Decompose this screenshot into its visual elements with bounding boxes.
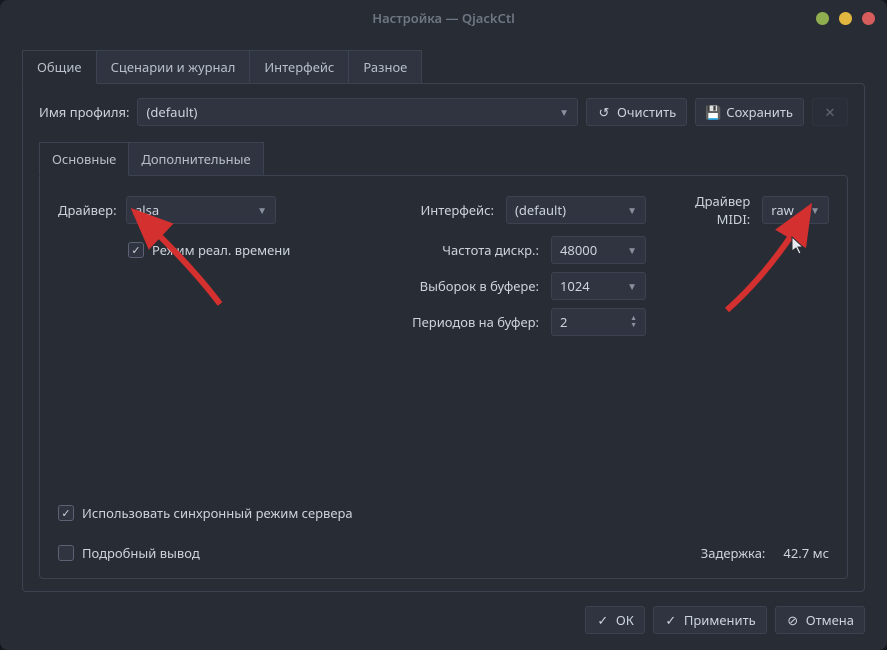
- verbose-label: Подробный вывод: [82, 544, 200, 562]
- chevron-down-icon: ▼: [257, 203, 267, 217]
- basic-panel: Драйвер: alsa ▼ Интерфейс: (default) ▼: [39, 175, 848, 579]
- realtime-checkbox[interactable]: [128, 242, 144, 258]
- profile-name-label: Имя профиля:: [39, 103, 129, 121]
- tab-interface[interactable]: Интерфейс: [250, 50, 349, 84]
- tab-misc[interactable]: Разное: [349, 50, 422, 84]
- chevron-down-icon: ▼: [627, 279, 637, 293]
- driver-combo[interactable]: alsa ▼: [126, 196, 276, 224]
- window-controls: [816, 12, 875, 25]
- close-icon: ✕: [823, 105, 837, 119]
- periods-spin[interactable]: 2 ▲▼: [551, 308, 646, 336]
- maximize-button[interactable]: [839, 12, 852, 25]
- chevron-down-icon: ▼: [559, 105, 569, 119]
- minimize-button[interactable]: [816, 12, 829, 25]
- verbose-checkbox[interactable]: [58, 545, 74, 561]
- profile-name-combo[interactable]: (default) ▼: [137, 98, 578, 126]
- clear-button[interactable]: ↺ Очистить: [586, 98, 687, 126]
- window-title: Настройка — QjackCtl: [372, 9, 515, 27]
- chevron-down-icon: ▼: [627, 243, 637, 257]
- sample-rate-label: Частота дискр.:: [336, 241, 543, 259]
- titlebar: Настройка — QjackCtl: [0, 0, 887, 36]
- reload-icon: ↺: [597, 105, 611, 119]
- spin-arrows-icon: ▲▼: [630, 315, 637, 329]
- latency-value: 42.7 мс: [783, 544, 829, 562]
- main-tabs: Общие Сценарии и журнал Интерфейс Разное: [22, 50, 865, 84]
- interface-combo[interactable]: (default) ▼: [506, 196, 646, 224]
- check-icon: ✓: [664, 613, 678, 627]
- settings-window: Настройка — QjackCtl Общие Сценарии и жу…: [0, 0, 887, 650]
- sub-tabs: Основные Дополнительные: [39, 142, 848, 176]
- sample-rate-combo[interactable]: 48000 ▼: [551, 236, 646, 264]
- cancel-icon: ⊘: [786, 613, 800, 627]
- save-button[interactable]: 💾 Сохранить: [695, 98, 804, 126]
- cancel-button[interactable]: ⊘ Отмена: [775, 606, 865, 634]
- realtime-label: Режим реал. времени: [152, 241, 290, 259]
- ok-button[interactable]: ✓ ОК: [585, 606, 645, 634]
- midi-driver-label: Драйвер MIDI:: [664, 192, 754, 228]
- check-icon: ✓: [596, 613, 610, 627]
- sync-mode-checkbox[interactable]: [58, 505, 74, 521]
- tab-scenarios[interactable]: Сценарии и журнал: [97, 50, 251, 84]
- latency-label: Задержка:: [701, 544, 766, 562]
- sync-mode-label: Использовать синхронный режим сервера: [82, 504, 353, 522]
- subtab-advanced[interactable]: Дополнительные: [129, 142, 263, 176]
- save-icon: 💾: [706, 105, 720, 119]
- dialog-buttons: ✓ ОК ✓ Применить ⊘ Отмена: [22, 592, 865, 634]
- tab-general-body: Имя профиля: (default) ▼ ↺ Очистить 💾 Со…: [22, 83, 865, 592]
- chevron-down-icon: ▼: [627, 203, 637, 217]
- frames-label: Выборок в буфере:: [336, 277, 543, 295]
- driver-label: Драйвер:: [58, 201, 118, 219]
- tab-general[interactable]: Общие: [22, 50, 97, 84]
- close-button[interactable]: [862, 12, 875, 25]
- midi-driver-combo[interactable]: raw ▼: [762, 196, 829, 224]
- subtab-basic[interactable]: Основные: [39, 142, 129, 176]
- delete-button: ✕: [812, 98, 848, 126]
- chevron-down-icon: ▼: [810, 203, 820, 217]
- apply-button[interactable]: ✓ Применить: [653, 606, 767, 634]
- frames-combo[interactable]: 1024 ▼: [551, 272, 646, 300]
- interface-label: Интерфейс:: [336, 201, 498, 219]
- periods-label: Периодов на буфер:: [336, 313, 543, 331]
